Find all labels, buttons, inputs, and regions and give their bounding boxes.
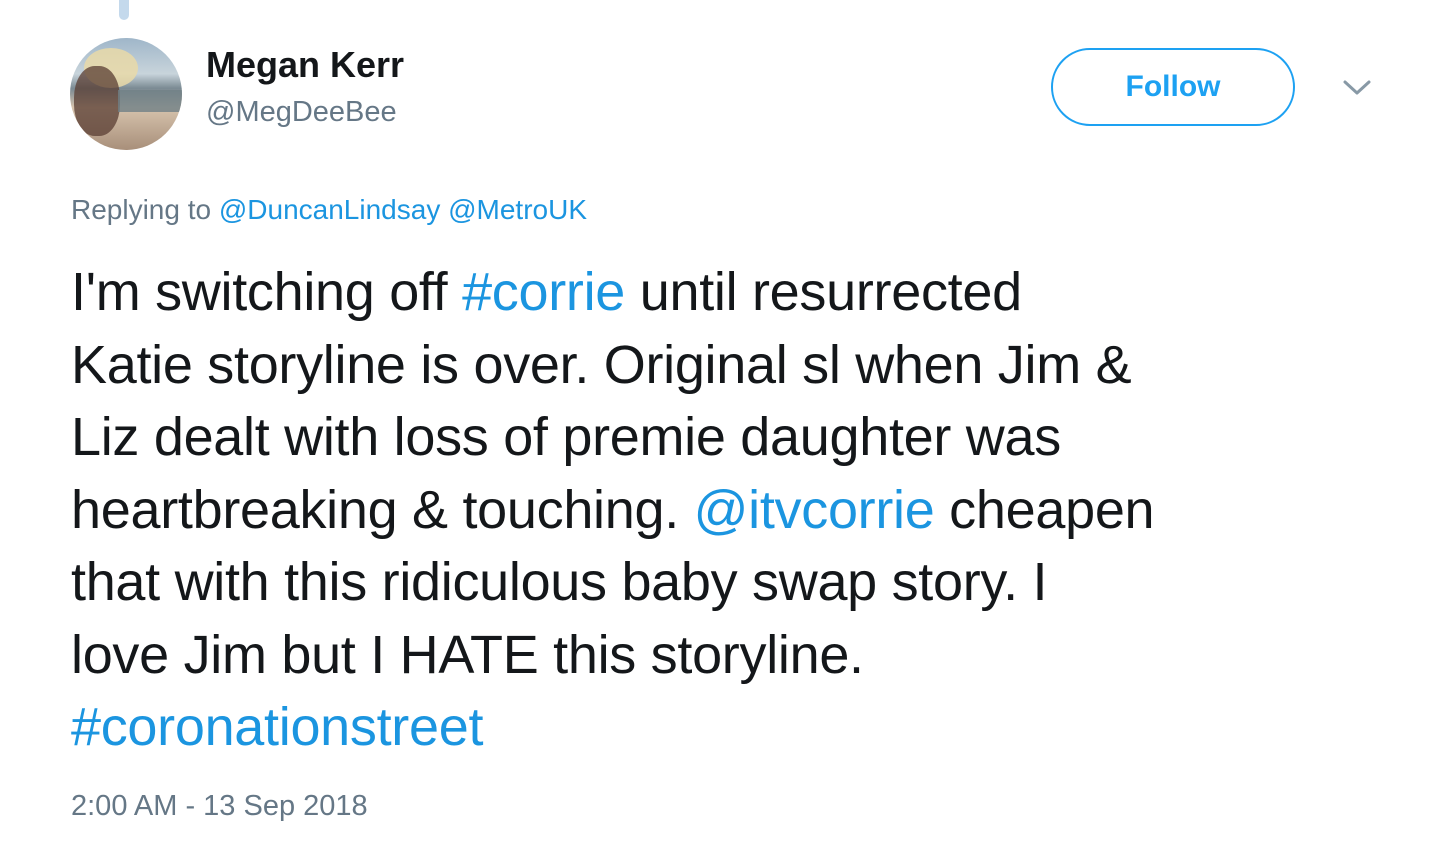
tweet-text-segment: love Jim but I HATE this storyline. xyxy=(71,624,864,685)
replying-to-label: Replying to xyxy=(71,194,212,225)
display-name[interactable]: Megan Kerr xyxy=(206,44,404,86)
tweet-text-line: heartbreaking & touching. @itvcorrie che… xyxy=(71,474,1411,547)
mention-link[interactable]: @MetroUK xyxy=(448,194,587,225)
tweet-text-line: love Jim but I HATE this storyline. xyxy=(71,619,1411,692)
avatar-figure xyxy=(74,66,120,136)
chevron-down-icon[interactable] xyxy=(1340,74,1374,100)
tweet-text-line: #coronationstreet xyxy=(71,691,1411,764)
tweet-text-line: Liz dealt with loss of premie daughter w… xyxy=(71,401,1411,474)
tweet-text-line: that with this ridiculous baby swap stor… xyxy=(71,546,1411,619)
tweet-text-segment: heartbreaking & touching. xyxy=(71,479,694,540)
tweet-text-line: Katie storyline is over. Original sl whe… xyxy=(71,329,1411,402)
tweet-timestamp[interactable]: 2:00 AM - 13 Sep 2018 xyxy=(71,790,368,823)
tweet-text-segment: Liz dealt with loss of premie daughter w… xyxy=(71,407,1061,467)
tweet-text-segment: I'm switching off xyxy=(71,262,463,322)
tweet-text-line: I'm switching off #corrie until resurrec… xyxy=(71,256,1411,329)
tweet-text: I'm switching off #corrie until resurrec… xyxy=(71,256,1411,764)
avatar-shore xyxy=(118,90,182,112)
follow-button[interactable]: Follow xyxy=(1051,48,1295,126)
tweet-card: Megan Kerr @MegDeeBee Follow Replying to… xyxy=(0,0,1440,855)
hashtag-link[interactable]: #corrie xyxy=(462,262,625,322)
tweet-text-segment: that with this ridiculous baby swap stor… xyxy=(71,552,1048,612)
tweet-text-segment: until resurrected xyxy=(625,262,1022,322)
thread-connector-line xyxy=(119,0,129,20)
avatar[interactable] xyxy=(70,38,182,150)
mention-link[interactable]: @DuncanLindsay xyxy=(219,194,440,225)
replying-to: Replying to @DuncanLindsay @MetroUK xyxy=(71,194,587,226)
tweet-text-segment: Katie storyline is over. Original sl whe… xyxy=(71,334,1132,395)
hashtag-link[interactable]: #coronationstreet xyxy=(71,697,483,757)
tweet-text-segment: cheapen xyxy=(934,479,1155,540)
user-handle[interactable]: @MegDeeBee xyxy=(206,96,397,129)
mention-link[interactable]: @itvcorrie xyxy=(694,480,935,540)
